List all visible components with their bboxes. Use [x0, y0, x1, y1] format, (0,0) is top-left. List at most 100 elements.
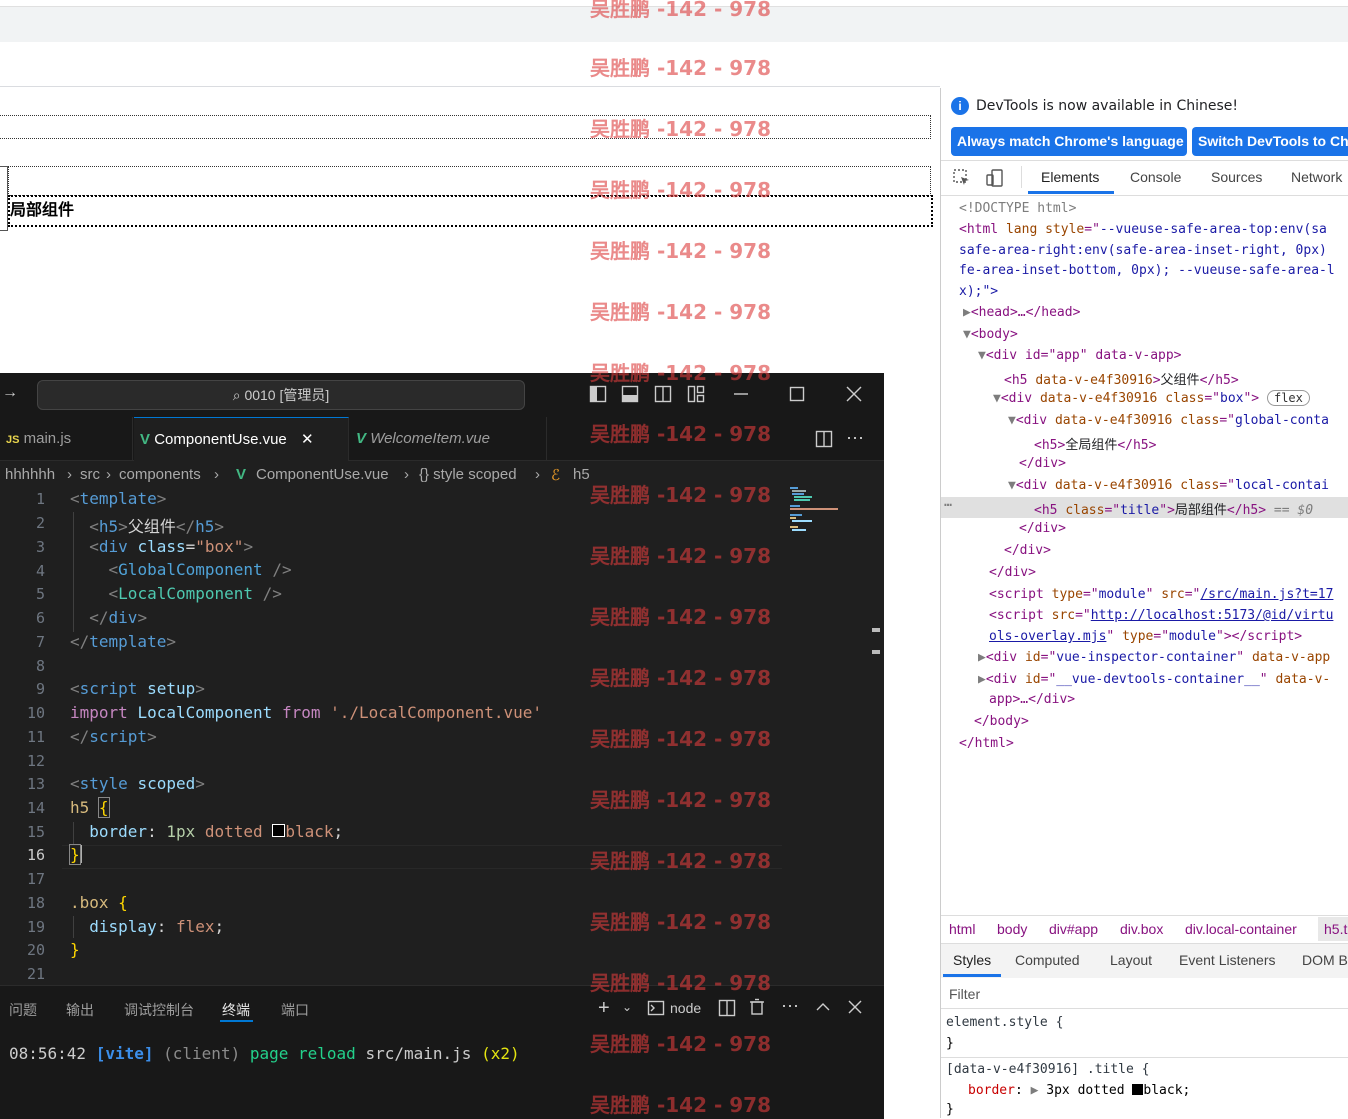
dom-h5-parent[interactable]: <h5 data-v-e4f30916>父组件</h5>: [1004, 369, 1239, 388]
minimize-icon[interactable]: [733, 385, 749, 408]
command-center-search[interactable]: ⌕ 0010 [管理员]: [37, 380, 525, 410]
code-line-16[interactable]: }: [69, 844, 82, 865]
row-menu-icon[interactable]: ⋯: [944, 498, 952, 513]
dom-h5-local[interactable]: <h5 class="title">局部组件</h5> == $0: [1034, 499, 1313, 518]
dom-div-global[interactable]: ▼<div data-v-e4f30916 class="global-cont…: [1008, 413, 1329, 428]
crumb-style-scoped[interactable]: {} style scoped: [419, 466, 517, 483]
toggle-primary-sidebar-icon[interactable]: [589, 385, 607, 408]
panel-tab-debug-console[interactable]: 调试控制台: [124, 1000, 194, 1020]
split-terminal-icon[interactable]: [718, 999, 736, 1022]
color-swatch-black[interactable]: [1132, 1084, 1144, 1095]
dom-doctype[interactable]: <!DOCTYPE html>: [959, 201, 1076, 216]
dom-script-inspector-2[interactable]: ols-overlay.mjs" type="module"></script>: [989, 629, 1302, 644]
code-line-20[interactable]: }: [70, 940, 80, 959]
code-line-15[interactable]: border: 1px dotted black;: [70, 822, 343, 841]
code-line-19[interactable]: display: flex;: [70, 917, 224, 936]
tab-console[interactable]: Console: [1130, 169, 1181, 185]
dom-head[interactable]: ▶<head>…</head>: [963, 305, 1080, 320]
crumb-div-box[interactable]: div.box: [1120, 921, 1163, 937]
dom-inspector-div[interactable]: ▶<div id="vue-inspector-container" data-…: [978, 650, 1330, 665]
code-line-1[interactable]: <template>: [70, 489, 166, 508]
match-language-button[interactable]: Always match Chrome's language: [951, 127, 1187, 156]
dom-div-local-close[interactable]: </div>: [1019, 521, 1066, 536]
code-line-7[interactable]: </template>: [70, 632, 176, 651]
dom-script-main[interactable]: <script type="module" src="/src/main.js?…: [989, 587, 1333, 602]
close-panel-icon[interactable]: [848, 1000, 862, 1019]
code-line-4[interactable]: <GlobalComponent />: [70, 560, 292, 579]
crumb-h5[interactable]: h5.t: [1318, 917, 1348, 941]
crumb-body[interactable]: body: [997, 921, 1027, 937]
customize-layout-icon[interactable]: [687, 385, 705, 408]
forward-arrow-icon[interactable]: →: [2, 384, 18, 402]
inspect-element-icon[interactable]: [952, 168, 972, 193]
dom-div-app-close[interactable]: </div>: [989, 565, 1036, 580]
dom-h5-global[interactable]: <h5>全局组件</h5>: [1034, 434, 1156, 453]
flex-badge[interactable]: flex: [1266, 390, 1310, 406]
crumb-html[interactable]: html: [949, 921, 975, 937]
code-line-3[interactable]: <div class="box">: [70, 537, 253, 556]
dom-div-box-close[interactable]: </div>: [1004, 543, 1051, 558]
subtab-event-listeners[interactable]: Event Listeners: [1179, 952, 1276, 968]
more-actions-icon[interactable]: ⋯: [781, 996, 799, 1017]
code-line-10[interactable]: import LocalComponent from './LocalCompo…: [70, 703, 542, 722]
crumb-div-local[interactable]: div.local-container: [1185, 921, 1297, 937]
code-line-9[interactable]: <script setup>: [70, 679, 205, 698]
crumb-file[interactable]: ComponentUse.vue: [256, 466, 389, 483]
split-editor-icon[interactable]: [815, 430, 833, 453]
dom-html-close[interactable]: </html>: [959, 736, 1014, 751]
dom-div-app[interactable]: ▼<div id="app" data-v-app>: [978, 348, 1182, 363]
subtab-styles[interactable]: Styles: [953, 952, 991, 968]
trash-icon[interactable]: [749, 998, 765, 1021]
tab-elements[interactable]: Elements: [1041, 169, 1099, 185]
crumb-project[interactable]: hhhhhh: [5, 466, 55, 483]
crumb-div-app[interactable]: div#app: [1049, 921, 1098, 937]
title-rule-selector[interactable]: [data-v-e4f30916] .title {: [946, 1062, 1150, 1077]
subtab-computed[interactable]: Computed: [1015, 952, 1080, 968]
panel-tab-problems[interactable]: 问题: [9, 1000, 37, 1020]
crumb-src[interactable]: src: [80, 466, 100, 483]
dom-script-inspector[interactable]: <script src="http://localhost:5173/@id/v…: [989, 608, 1333, 623]
tab-main-js[interactable]: JS main.js: [0, 417, 133, 460]
new-terminal-icon[interactable]: +: [598, 997, 610, 1020]
tab-componentuse-vue[interactable]: V ComponentUse.vue ✕: [134, 417, 349, 461]
maximize-panel-icon[interactable]: [815, 999, 831, 1020]
dom-body[interactable]: ▼<body>: [963, 327, 1018, 342]
dom-div-local[interactable]: ▼<div data-v-e4f30916 class="local-conta…: [1008, 478, 1329, 493]
code-line-2[interactable]: <h5>父组件</h5>: [70, 513, 224, 537]
dom-html-open[interactable]: <html lang style="--vueuse-safe-area-top…: [959, 222, 1327, 237]
minimap[interactable]: [790, 487, 870, 547]
code-line-18[interactable]: .box {: [70, 893, 128, 912]
dom-div-global-close[interactable]: </div>: [1019, 456, 1066, 471]
dom-div-box[interactable]: ▼<div data-v-e4f30916 class="box"> flex: [993, 390, 1310, 406]
tab-network[interactable]: Network: [1291, 169, 1342, 185]
terminal-shell-label[interactable]: node: [670, 1000, 701, 1016]
crumb-components[interactable]: components: [119, 466, 201, 483]
code-line-6[interactable]: </div>: [70, 608, 147, 627]
styles-filter-input[interactable]: Filter: [949, 986, 980, 1002]
subtab-dom-breakpoints[interactable]: DOM B: [1302, 952, 1348, 968]
code-line-13[interactable]: <style scoped>: [70, 774, 205, 793]
panel-tab-ports[interactable]: 端口: [281, 1000, 309, 1020]
close-window-icon[interactable]: [846, 386, 862, 407]
code-line-5[interactable]: <LocalComponent />: [70, 584, 282, 603]
tab-sources[interactable]: Sources: [1211, 169, 1262, 185]
element-style-rule[interactable]: element.style {: [946, 1015, 1063, 1030]
tab-welcomeitem-vue[interactable]: V WelcomeItem.vue: [350, 417, 547, 460]
chevron-down-icon[interactable]: ⌄: [622, 1000, 632, 1014]
toggle-secondary-sidebar-icon[interactable]: [654, 385, 672, 408]
switch-language-button[interactable]: Switch DevTools to Chinese: [1192, 127, 1348, 156]
dom-body-close[interactable]: </body>: [974, 714, 1029, 729]
crumb-h5[interactable]: h5: [573, 466, 590, 483]
maximize-icon[interactable]: [789, 386, 805, 407]
panel-tab-output[interactable]: 输出: [66, 1000, 94, 1020]
subtab-layout[interactable]: Layout: [1110, 952, 1152, 968]
code-line-11[interactable]: </script>: [70, 727, 157, 746]
more-actions-icon[interactable]: ⋯: [846, 428, 864, 449]
code-line-14[interactable]: h5 {: [70, 797, 110, 818]
close-tab-icon[interactable]: ✕: [301, 431, 314, 448]
editor-scrollbar[interactable]: [868, 487, 882, 987]
color-swatch-icon[interactable]: [272, 824, 286, 837]
title-rule-border[interactable]: border: ▶ 3px dotted black;: [968, 1083, 1190, 1098]
panel-tab-terminal[interactable]: 终端: [222, 1000, 250, 1020]
toggle-panel-icon[interactable]: [621, 385, 639, 408]
